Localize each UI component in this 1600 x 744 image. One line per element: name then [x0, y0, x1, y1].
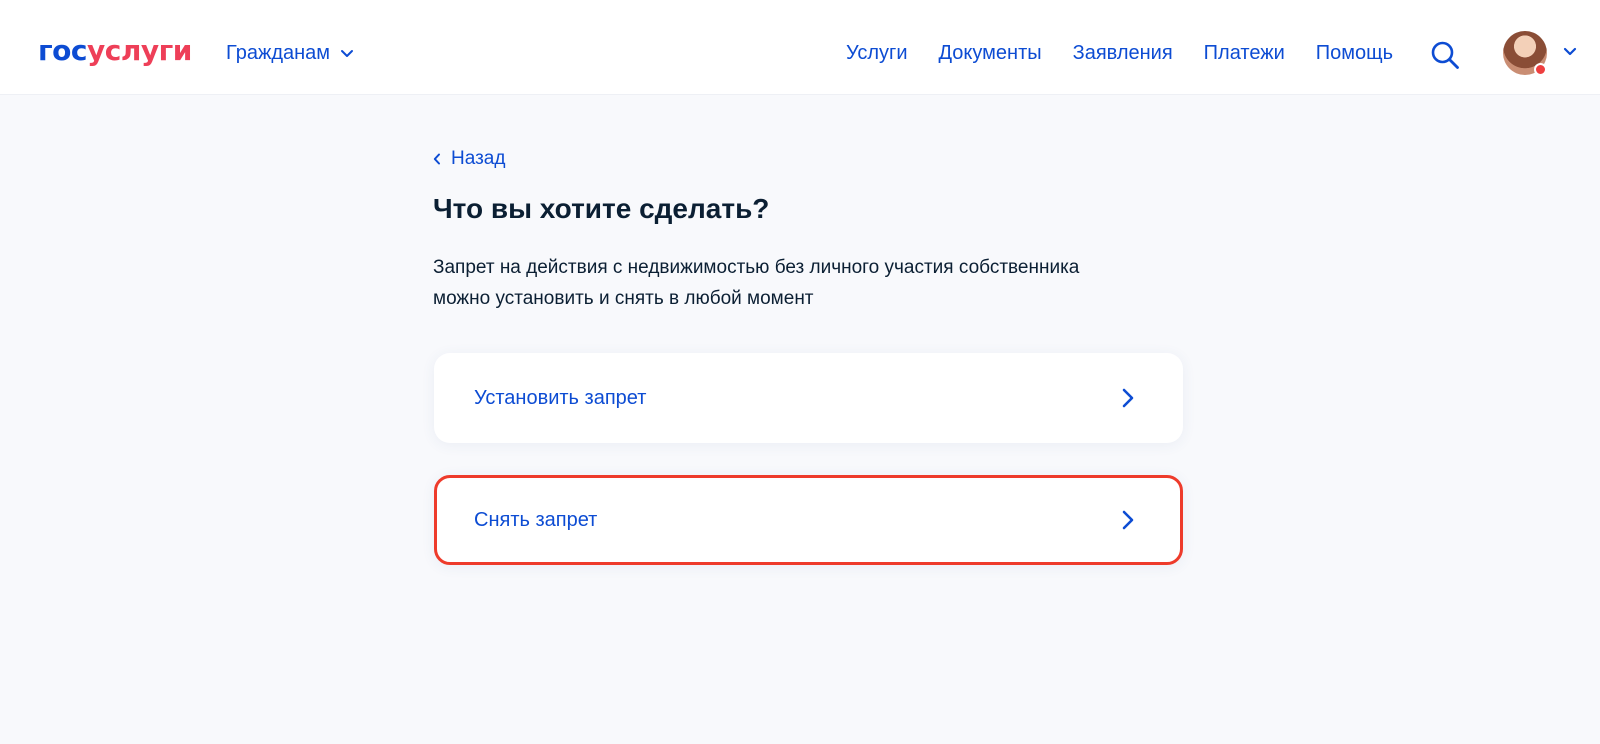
- search-icon[interactable]: [1430, 40, 1460, 70]
- option-label: Снять запрет: [474, 508, 598, 531]
- notification-badge: [1534, 63, 1547, 76]
- page-description: Запрет на действия с недвижимостью без л…: [433, 252, 1153, 314]
- back-label: Назад: [451, 148, 506, 169]
- citizens-menu-dropdown[interactable]: Гражданам: [226, 42, 354, 65]
- main-nav: Услуги Документы Заявления Платежи Помощ…: [846, 42, 1393, 65]
- chevron-left-icon: [433, 153, 440, 165]
- chevron-right-icon: [1122, 510, 1134, 530]
- citizens-menu-label: Гражданам: [226, 42, 331, 64]
- gosuslugi-logo[interactable]: госуслуги: [38, 36, 192, 66]
- description-line-1: Запрет на действия с недвижимостью без л…: [433, 257, 1080, 278]
- option-remove-ban[interactable]: Снять запрет: [434, 475, 1183, 565]
- nav-services[interactable]: Услуги: [846, 42, 908, 65]
- chevron-down-icon: [341, 49, 354, 57]
- nav-payments[interactable]: Платежи: [1204, 42, 1285, 65]
- nav-documents[interactable]: Документы: [939, 42, 1042, 65]
- back-link[interactable]: Назад: [433, 148, 505, 170]
- nav-help[interactable]: Помощь: [1316, 42, 1393, 65]
- top-header: госуслуги Гражданам Услуги Документы Зая…: [0, 0, 1600, 95]
- option-label: Установить запрет: [474, 386, 647, 409]
- chevron-right-icon: [1122, 388, 1134, 408]
- option-set-ban[interactable]: Установить запрет: [434, 353, 1183, 443]
- page-title: Что вы хотите сделать?: [433, 193, 770, 224]
- nav-applications[interactable]: Заявления: [1073, 42, 1173, 65]
- chevron-down-icon[interactable]: [1562, 46, 1578, 58]
- description-line-2: можно установить и снять в любой момент: [433, 288, 814, 309]
